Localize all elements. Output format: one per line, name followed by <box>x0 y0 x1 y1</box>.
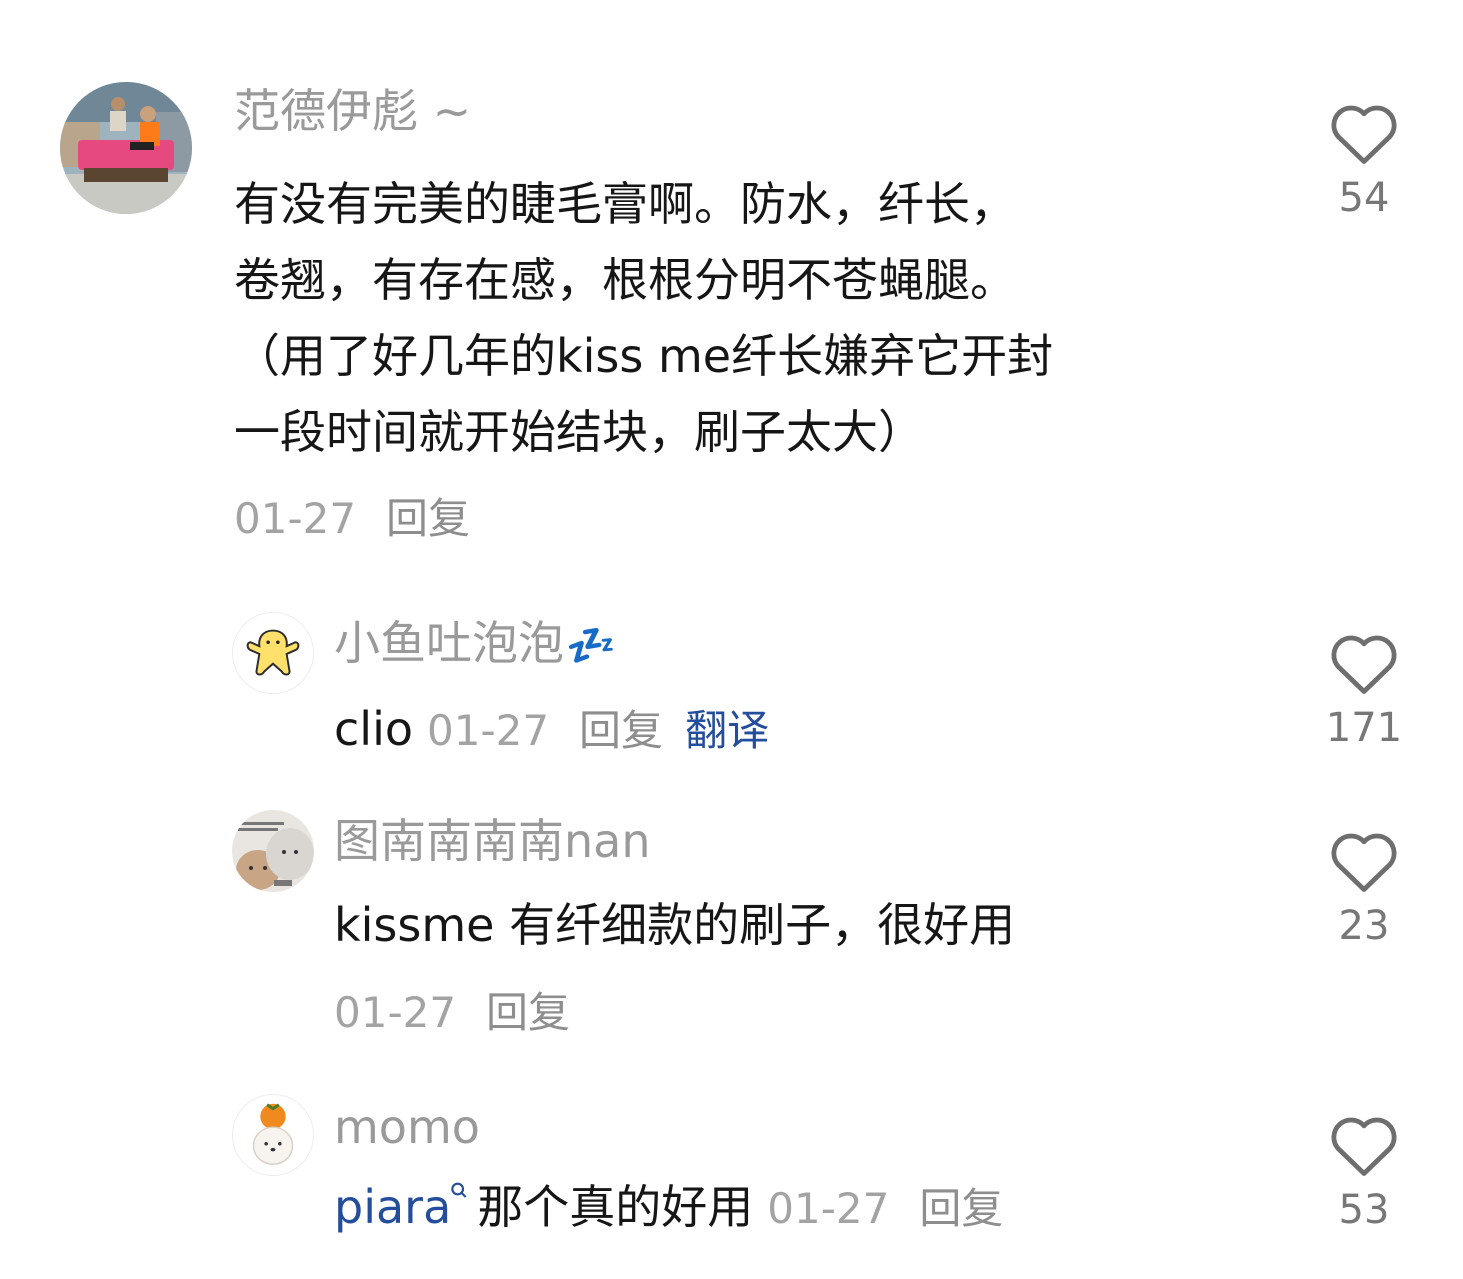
comment-username[interactable]: 范德伊彪 ~ <box>234 88 471 134</box>
reply-button[interactable]: 回复 <box>579 706 663 755</box>
avatar[interactable] <box>232 612 314 694</box>
like-count: 23 <box>1338 903 1390 949</box>
comment-text-line: （用了好几年的kiss me纤长嫌弃它开封 <box>234 329 1054 383</box>
reply-button[interactable]: 回复 <box>486 988 570 1037</box>
reply-username-text: 小鱼吐泡泡 <box>334 616 564 670</box>
reply-meta: 01-27 回复 <box>334 992 570 1034</box>
reply-button[interactable]: 回复 <box>919 1184 1003 1233</box>
heart-outline-icon <box>1331 1117 1397 1176</box>
heart-outline-icon <box>1331 105 1397 164</box>
like-count: 54 <box>1338 175 1390 221</box>
heart-outline-icon <box>1331 635 1397 694</box>
like-count: 53 <box>1338 1187 1390 1233</box>
reply-content: kissme 有纤细款的刷子，很好用 <box>334 902 1015 948</box>
translate-button[interactable]: 翻译 <box>685 706 769 755</box>
reply-date: 01-27 <box>334 988 457 1037</box>
search-icon <box>451 1182 467 1198</box>
reply-date: 01-27 <box>427 706 550 755</box>
like-button[interactable]: 54 <box>1324 100 1404 218</box>
avatar[interactable] <box>232 1094 314 1176</box>
search-link-text: piara <box>334 1180 452 1234</box>
like-count: 171 <box>1325 705 1403 751</box>
heart-outline-icon <box>1331 833 1397 892</box>
reply-content: clio 01-27 回复 翻译 <box>334 706 769 752</box>
avatar[interactable] <box>232 810 314 892</box>
reply-content: piara 那个真的好用 01-27 回复 <box>334 1182 1003 1233</box>
comment-text: 有没有完美的睫毛膏啊。防水，纤长， 卷翘，有存在感，根根分明不苍蝇腿。 （用了好… <box>234 166 1234 470</box>
reply-date: 01-27 <box>767 1184 890 1233</box>
like-button[interactable]: 171 <box>1324 630 1404 748</box>
like-button[interactable]: 53 <box>1324 1112 1404 1230</box>
reply-username[interactable]: 小鱼吐泡泡💤 <box>334 620 616 666</box>
reply-text: 那个真的好用 <box>477 1180 754 1234</box>
comment-text-line: 一段时间就开始结块，刷子太大） <box>234 405 924 459</box>
comment-text-line: 有没有完美的睫毛膏啊。防水，纤长， <box>234 177 1016 231</box>
comment-meta: 01-27 回复 <box>234 498 470 540</box>
reply-username[interactable]: momo <box>334 1104 480 1150</box>
reply-text: kissme 有纤细款的刷子，很好用 <box>334 898 1016 952</box>
reply-button[interactable]: 回复 <box>386 494 470 543</box>
reply-text: clio <box>334 702 413 756</box>
comment-text-line: 卷翘，有存在感，根根分明不苍蝇腿。 <box>234 253 1016 307</box>
search-link[interactable]: piara <box>334 1180 477 1234</box>
reply-username[interactable]: 图南南南南nan <box>334 818 651 864</box>
comment-date: 01-27 <box>234 494 357 543</box>
avatar[interactable] <box>60 82 192 214</box>
sleep-emoji-icon: 💤 <box>566 623 616 669</box>
like-button[interactable]: 23 <box>1324 828 1404 946</box>
